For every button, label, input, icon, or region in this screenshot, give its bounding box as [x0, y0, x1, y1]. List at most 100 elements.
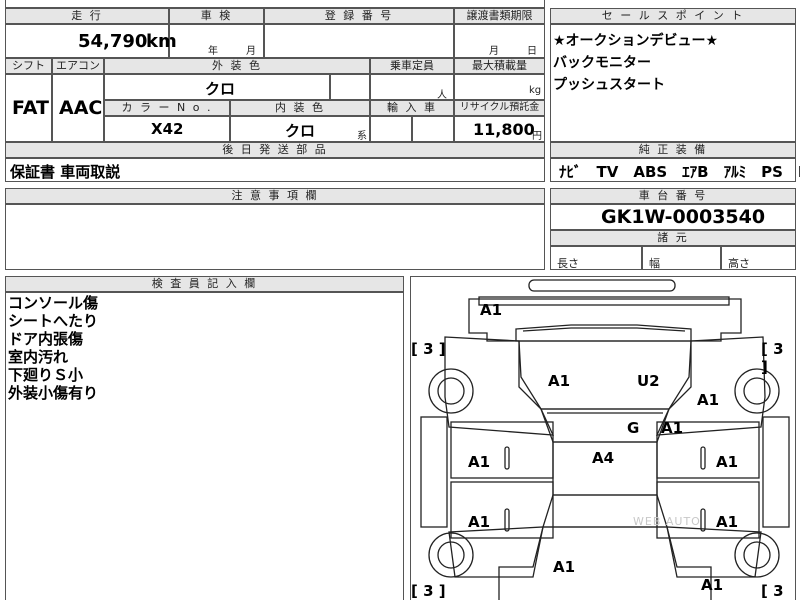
mark-rear-door-left: A1 — [468, 513, 491, 531]
mark-front-door-right: A1 — [716, 453, 739, 471]
specs-header: 諸 元 — [550, 230, 796, 246]
spec-height-label: 高さ — [728, 257, 750, 270]
capacity-header: 乗車定員 — [370, 58, 454, 74]
sales-point-cell: ★オークションデビュー★ バックモニター プッシュスタート — [550, 24, 796, 142]
spec-length-cell: 長さ — [550, 246, 642, 270]
registration-header: 登 録 番 号 — [264, 8, 454, 24]
inspector-header: 検 査 員 記 入 欄 — [5, 276, 404, 292]
spec-width-label: 幅 — [649, 257, 660, 270]
later-parts-cell: 保証書 車両取説 — [5, 158, 545, 182]
tire-rear-right-value: 3 — [773, 582, 784, 600]
mark-windshield-2: A1 — [661, 419, 684, 437]
notes-header: 注 意 事 項 欄 — [5, 188, 545, 204]
mark-rear-right: A1 — [701, 576, 724, 594]
shift-header: シフト — [5, 58, 52, 74]
recycle-header: リサイクル預託金 — [454, 100, 545, 116]
mileage-header: 走 行 — [5, 8, 169, 24]
aircon-header: エアコン — [52, 58, 104, 74]
shift-value: FAT — [12, 97, 49, 119]
car-diagram: [ 3 ] [ 3 ] [ 3 ] [ 3 ] A1 A1 U2 A1 G A1… — [410, 276, 796, 600]
chassis-cell: GK1W-0003540 — [550, 204, 796, 230]
inspector-notes-list: コンソール傷 シートへたり ドア内張傷 室内汚れ 下廻りＳ小 外装小傷有り — [8, 294, 98, 402]
inspector-note: 下廻りＳ小 — [8, 366, 84, 384]
recycle-cell: 11,800 円 — [454, 116, 545, 142]
color-no-value: X42 — [151, 120, 184, 138]
later-parts-value: 保証書 車両取説 — [10, 163, 121, 181]
tire-front-right: [ 3 ] — [761, 340, 784, 376]
spec-height-cell: 高さ — [721, 246, 796, 270]
exterior-color-cell: クロ — [104, 74, 330, 100]
exterior-color-header: 外 装 色 — [104, 58, 370, 74]
mileage-cell: 54,790 km — [5, 24, 177, 58]
max-load-unit: kg — [529, 85, 542, 96]
tire-rear-left: [ 3 ] — [411, 582, 446, 600]
interior-color-header: 内 装 色 — [230, 100, 370, 116]
transfer-month-unit: 月 — [489, 46, 499, 57]
sales-point-header: セ ー ル ス ポ イ ン ト — [550, 8, 796, 24]
top-strip — [5, 0, 545, 8]
notes-cell — [5, 204, 545, 270]
color-no-cell: X42 — [104, 116, 230, 142]
sales-point-item: プッシュスタート — [553, 77, 665, 93]
inspection-year-unit: 年 — [208, 46, 218, 57]
import-cell-b — [412, 116, 454, 142]
inspection-month-unit: 月 — [246, 46, 256, 57]
mark-fender-right: A1 — [697, 391, 720, 409]
tire-front-left: [ 3 ] — [411, 340, 446, 358]
mark-trunk: A1 — [553, 558, 576, 576]
chassis-header: 車 台 番 号 — [550, 188, 796, 204]
mark-roof: A4 — [592, 449, 615, 467]
transfer-day-unit: 日 — [527, 46, 537, 57]
watermark: WEB AUTO — [633, 515, 701, 528]
inspector-note: ドア内張傷 — [8, 330, 84, 348]
recycle-amount: 11,800 — [473, 120, 535, 139]
shift-cell: FAT — [5, 74, 52, 142]
spec-width-cell: 幅 — [642, 246, 721, 270]
registration-cell — [264, 24, 454, 58]
inspection-cell: 年 月 — [169, 24, 264, 58]
aircon-cell: AAC — [52, 74, 104, 142]
sales-point-list: ★オークションデビュー★ バックモニター プッシュスタート — [553, 30, 718, 96]
aircon-value: AAC — [59, 97, 103, 119]
color-no-header: カ ラ ー N o . — [104, 100, 230, 116]
import-header: 輸 入 車 — [370, 100, 454, 116]
exterior-color-value: クロ — [205, 80, 236, 98]
capacity-cell: 人 — [370, 74, 454, 101]
recycle-unit: 円 — [532, 131, 542, 142]
equipment-header: 純 正 装 備 — [550, 142, 796, 158]
car-outline — [420, 279, 790, 600]
transfer-cell: 月 日 — [454, 24, 545, 58]
max-load-cell: kg — [454, 74, 545, 100]
later-parts-header: 後 日 発 送 部 品 — [5, 142, 545, 158]
inspector-note: 外装小傷有り — [8, 384, 99, 402]
mark-front-door-left: A1 — [468, 453, 491, 471]
inspector-note: 室内汚れ — [8, 348, 69, 366]
max-load-header: 最大積載量 — [454, 58, 545, 74]
inspector-note: シートへたり — [8, 312, 99, 330]
spec-length-label: 長さ — [557, 257, 579, 270]
chassis-value: GK1W-0003540 — [601, 206, 766, 228]
sales-point-item: バックモニター — [553, 55, 651, 71]
interior-color-cell: クロ 系 — [230, 116, 370, 142]
mark-rear-door-right: A1 — [716, 513, 739, 531]
transfer-header: 譲渡書類期限 — [454, 8, 545, 24]
interior-color-value: クロ — [285, 122, 316, 140]
tire-front-left-value: 3 — [423, 340, 434, 358]
tire-front-right-value: 3 — [773, 340, 784, 358]
inspector-note: コンソール傷 — [8, 294, 99, 312]
interior-color-suffix: 系 — [357, 131, 367, 142]
sales-point-item: ★オークションデビュー★ — [553, 33, 719, 49]
exterior-color-extra — [330, 74, 370, 100]
inspection-header: 車 検 — [169, 8, 264, 24]
equipment-value: ﾅﾋﾞ TV ABS ｴｱB ｱﾙﾐ PS PW — [559, 163, 800, 181]
mark-front-bumper: A1 — [480, 301, 503, 319]
mark-hood-left: A1 — [548, 372, 571, 390]
capacity-unit: 人 — [437, 90, 447, 101]
tire-rear-right: [ 3 ] — [761, 582, 784, 600]
mileage-value: 54,790 — [78, 31, 148, 52]
equipment-cell: ﾅﾋﾞ TV ABS ｴｱB ｱﾙﾐ PS PW — [550, 158, 800, 182]
tire-rear-left-value: 3 — [423, 582, 434, 600]
mark-windshield: G — [627, 419, 640, 437]
import-cell-a — [370, 116, 412, 142]
inspector-cell: コンソール傷 シートへたり ドア内張傷 室内汚れ 下廻りＳ小 外装小傷有り — [5, 292, 404, 600]
